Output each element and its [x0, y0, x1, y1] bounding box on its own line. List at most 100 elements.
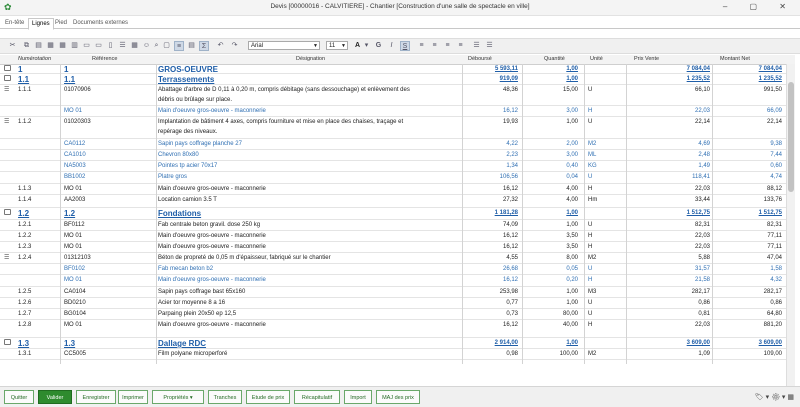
cell-ref[interactable]: CC5005	[64, 350, 86, 358]
section-row[interactable]: 1.1 1.1 Terrassements 919,09 1,00 1 235,52 1 2…	[0, 74, 795, 84]
cell-mn[interactable]: 991,50	[716, 86, 782, 94]
table-row[interactable]: ☰ 1.1.2 01020303 Implantation de bâtiment 4…	[0, 117, 795, 127]
cell-ref[interactable]: AA2003	[64, 196, 85, 204]
cell-deb[interactable]: 48,36	[448, 86, 518, 94]
cell-ref[interactable]: CA0112	[64, 140, 85, 148]
cell-num[interactable]: 1.2.8	[18, 321, 31, 329]
cell-pv[interactable]: 5,88	[630, 254, 710, 262]
cell-des[interactable]: Platre gros	[158, 173, 187, 181]
cell-mn[interactable]: 1 235,52	[716, 75, 782, 83]
cell-des[interactable]: Location camion 3.5 T	[158, 196, 217, 204]
cell-deb[interactable]: 74,09	[448, 221, 518, 229]
cell-mn[interactable]: 22,14	[716, 118, 782, 126]
cell-ref[interactable]: CA1010	[64, 151, 86, 159]
cell-ref[interactable]: MO 01	[64, 276, 82, 284]
cell-des[interactable]: Dallage RDC	[158, 339, 206, 348]
cell-mn[interactable]: 4,74	[716, 173, 782, 181]
cell-deb[interactable]: 16,12	[448, 185, 518, 193]
header-numerotation[interactable]: Numérotation	[18, 56, 51, 62]
cell-mn[interactable]: 7 084,04	[716, 65, 782, 73]
cell-pv[interactable]: 1 512,75	[630, 209, 710, 217]
cell-ref[interactable]: BF0112	[64, 221, 85, 229]
table-row[interactable]: ☰ 1.2.4 01312103 Béton de propreté de 0,05 …	[0, 253, 795, 263]
import-button[interactable]: Import	[344, 390, 372, 404]
cell-unit[interactable]: KG	[588, 162, 597, 170]
cell-num[interactable]: 1.2.5	[18, 288, 31, 296]
list-icon[interactable]: ☰	[118, 41, 127, 50]
cell-deb[interactable]: 16,12	[448, 243, 518, 251]
cell-deb[interactable]: 0,73	[448, 310, 518, 318]
cell-pv[interactable]: 33,44	[630, 196, 710, 204]
cell-mn[interactable]: 88,12	[716, 185, 782, 193]
cell-ref[interactable]: 01020303	[64, 118, 91, 126]
cell-des[interactable]: Main d'oeuvre gros-oeuvre - maconnerie	[158, 243, 266, 251]
cell-des[interactable]: Fondations	[158, 209, 201, 218]
bold-icon[interactable]: G	[374, 41, 383, 50]
cell-unit[interactable]: ML	[588, 151, 596, 159]
grid-settings-icon[interactable]: ▦	[787, 394, 794, 401]
cell-deb[interactable]: 27,32	[448, 196, 518, 204]
numbered-list-icon[interactable]: ☰	[485, 41, 494, 50]
cell-unit[interactable]: Hm	[588, 196, 597, 204]
section-row[interactable]: 1.2 1.2 Fondations 1 181,28 1,00 1 512,75 1 51…	[0, 208, 795, 218]
cell-num[interactable]: 1.1.3	[18, 185, 31, 193]
cell-ref[interactable]: 01070906	[64, 86, 91, 94]
cell-pv[interactable]: 0,86	[630, 299, 710, 307]
cell-num[interactable]: 1.2	[18, 209, 29, 218]
cell-unit[interactable]: U	[588, 221, 592, 229]
table-row[interactable]: NA5003 Pointes tp acier 70x17 1,34 0,40 KG 1,…	[0, 161, 795, 171]
cell-des[interactable]: Abattage d'arbre de D 0,11 à 0,20 m, com…	[158, 86, 410, 94]
cell-mn[interactable]: 3 609,00	[716, 339, 782, 347]
cell-pv[interactable]: 22,03	[630, 185, 710, 193]
align-center-icon[interactable]: ≡	[430, 41, 439, 50]
cell-des[interactable]: Chevron 80x80	[158, 151, 199, 159]
cell-num[interactable]: 1.2.7	[18, 310, 31, 318]
cell-deb[interactable]: 16,12	[448, 276, 518, 284]
table-row[interactable]: BF0102 Fab mecan beton b2 26,68 0,05 U 31,57 1…	[0, 264, 795, 274]
cell-unit[interactable]: M3	[588, 288, 596, 296]
table-row[interactable]: 1.2.2 MO 01 Main d'oeuvre gros-oeuvre - ma…	[0, 231, 795, 241]
table-row[interactable]: MO 01 Main d'oeuvre gros-oeuvre - maconne…	[0, 106, 795, 116]
cell-pv[interactable]: 1,49	[630, 162, 710, 170]
cell-deb[interactable]: 2,23	[448, 151, 518, 159]
font-size-select[interactable]: 11 ▼	[326, 41, 348, 50]
recapitulatif-button[interactable]: Récapitulatif	[294, 390, 340, 404]
cell-ref[interactable]: 1.2	[64, 209, 75, 218]
cell-pv[interactable]: 66,10	[630, 86, 710, 94]
cell-deb[interactable]: 0,98	[448, 350, 518, 358]
tab-lignes[interactable]: Lignes	[28, 18, 54, 30]
cell-num[interactable]: 1.2.1	[18, 221, 31, 229]
cell-qte[interactable]: 1,00	[520, 75, 578, 83]
cell-unit[interactable]: H	[588, 243, 592, 251]
cell-mn[interactable]: 66,09	[716, 107, 782, 115]
cell-des[interactable]: Implantation de bâtiment 4 axes, compris…	[158, 118, 403, 126]
cell-pv[interactable]: 282,17	[630, 288, 710, 296]
redo-icon[interactable]: ↷	[230, 41, 239, 50]
table-row[interactable]: 1.2.3 MO 01 Main d'oeuvre gros-oeuvre - ma…	[0, 242, 795, 252]
tab-en-tete[interactable]: En-tête	[2, 18, 27, 28]
justify-icon[interactable]: ≡	[456, 41, 465, 50]
cell-unit[interactable]: H	[588, 185, 592, 193]
insert-column-icon[interactable]: ▥	[70, 41, 79, 50]
cell-qte[interactable]: 3,50	[520, 232, 578, 240]
cell-qte[interactable]: 2,00	[520, 140, 578, 148]
window-controls[interactable]: – ▢ ✕	[723, 2, 796, 11]
cell-num[interactable]: 1.2.2	[18, 232, 31, 240]
cell-mn[interactable]: 9,38	[716, 140, 782, 148]
cell-num[interactable]: 1.2.3	[18, 243, 31, 251]
cell-pv[interactable]: 4,69	[630, 140, 710, 148]
cell-des[interactable]: Terrassements	[158, 75, 214, 84]
cell-ref[interactable]: CA0104	[64, 288, 86, 296]
cell-qte[interactable]: 40,00	[520, 321, 578, 329]
folder-icon[interactable]	[4, 339, 11, 345]
cell-qte[interactable]: 3,00	[520, 151, 578, 159]
header-quantite[interactable]: Quantité	[544, 56, 565, 62]
folder-icon[interactable]	[4, 75, 11, 81]
cell-pv[interactable]: 22,03	[630, 321, 710, 329]
cell-pv[interactable]: 22,03	[630, 107, 710, 115]
tag-icon[interactable]: 🏷	[755, 394, 764, 401]
table-row[interactable]: 1.2.7 BG0104 Parpaing plein 20x50 ep 12,5 0…	[0, 309, 795, 319]
italic-icon[interactable]: I	[387, 41, 396, 50]
cell-deb[interactable]: 16,12	[448, 232, 518, 240]
chevron-down-icon[interactable]: ▾	[766, 394, 770, 401]
